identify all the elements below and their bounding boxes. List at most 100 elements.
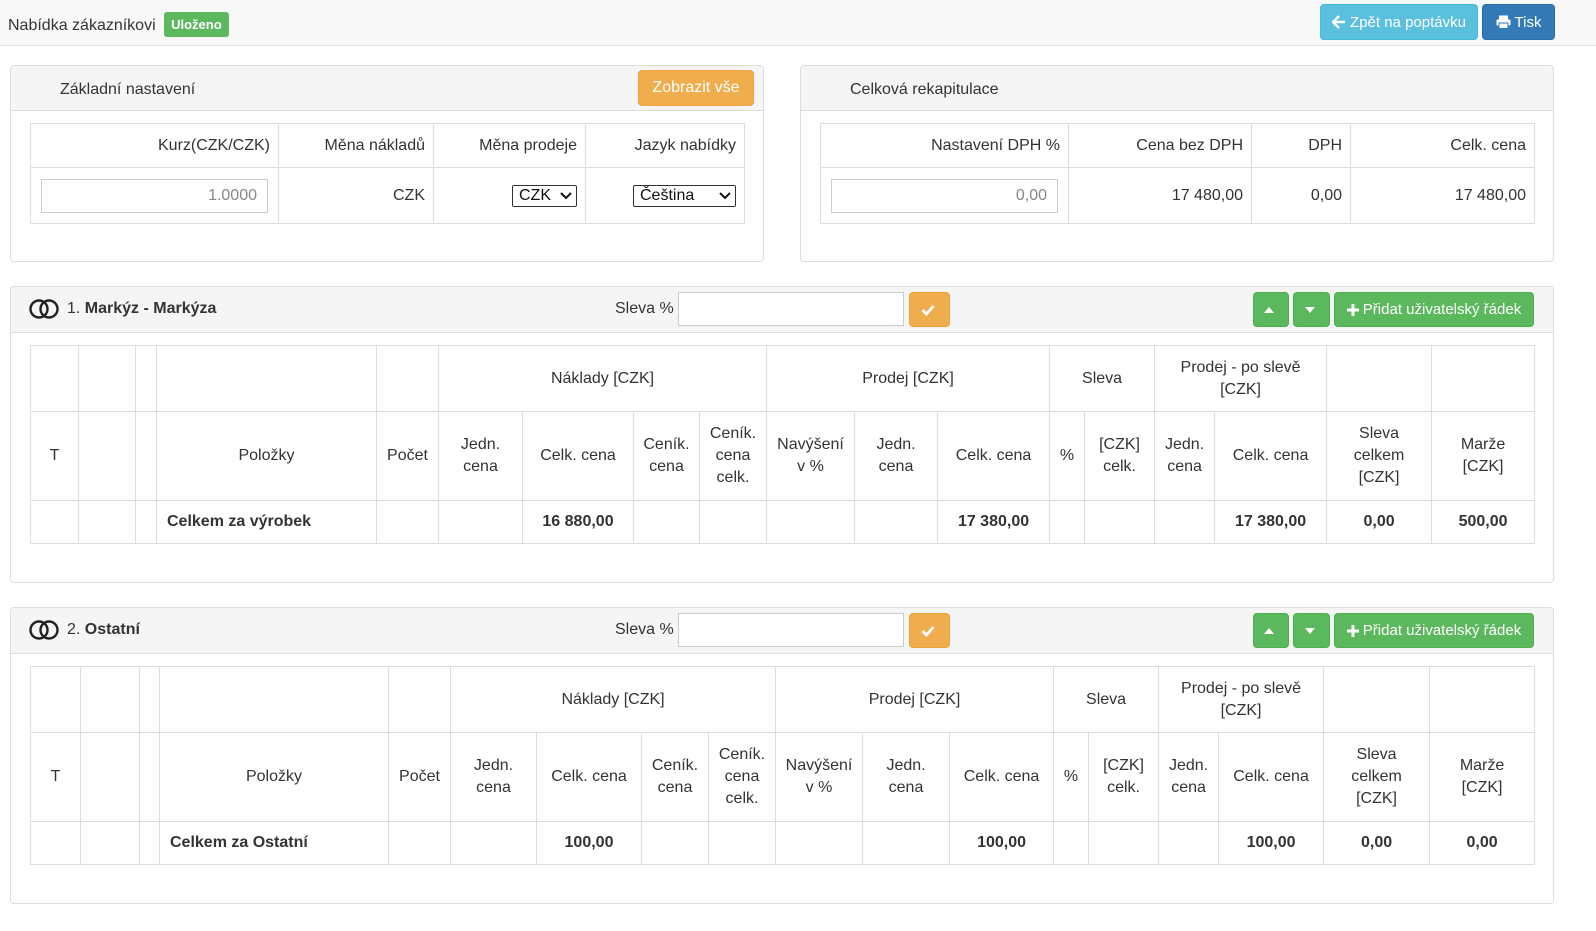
col-t: T [30, 732, 81, 822]
empty-cell [80, 666, 140, 733]
empty-cell [78, 345, 136, 412]
col-items: Položky [156, 411, 377, 501]
section-name-1: Markýz - Markýza [84, 300, 217, 317]
empty-cell [135, 411, 157, 501]
caret-down-icon [1304, 627, 1315, 634]
recap-panel: Celková rekapitulace Nastavení DPH % Cen… [800, 65, 1554, 262]
empty-cell [698, 500, 768, 544]
total-label-2: Celkem za Ostatní [159, 821, 389, 865]
basic-settings-header: Základní nastavení Zobrazit vše [11, 66, 763, 111]
col-after-unit-price: Jedn. cena [1154, 411, 1216, 501]
recap-title: Celková rekapitulace [850, 81, 999, 98]
empty-cell [78, 411, 136, 501]
apply-discount-button-2[interactable] [909, 613, 950, 648]
discount-label-2: Sleva % [615, 621, 674, 638]
cost-total-1: 16 880,00 [522, 500, 634, 544]
group-sales-after-header: Prodej - po slevě [CZK] [1154, 345, 1328, 412]
caret-down-icon [1304, 306, 1315, 313]
check-icon [921, 625, 935, 637]
sale-currency-value: CZK [519, 186, 551, 204]
margin-1: 500,00 [1431, 500, 1536, 544]
chevron-down-icon [560, 191, 572, 199]
sale-currency-select[interactable]: CZK [512, 184, 577, 207]
move-up-button-2[interactable] [1253, 613, 1289, 648]
plus-icon [1346, 624, 1359, 637]
discount-label-1: Sleva % [615, 300, 674, 317]
discount-input-1[interactable] [678, 292, 904, 326]
apply-discount-button-1[interactable] [909, 292, 950, 327]
col-cost-unit-price: Jedn. cena [450, 732, 537, 822]
group-sales-header: Prodej [CZK] [775, 666, 1055, 733]
caret-up-icon [1264, 306, 1274, 313]
language-select[interactable]: Čeština [633, 184, 736, 207]
section-table-1: Náklady [CZK] Prodej [CZK] Sleva Prodej … [30, 345, 1536, 544]
col-list-price: Ceník. cena [633, 411, 700, 501]
group-discount-header: Sleva [1053, 666, 1160, 733]
empty-cell [1431, 345, 1536, 412]
empty-cell [388, 666, 451, 733]
empty-cell [30, 821, 81, 865]
col-percent: % [1053, 732, 1090, 822]
empty-cell [139, 666, 160, 733]
col-sale-unit-price: Jedn. cena [854, 411, 939, 501]
chevron-down-icon [719, 191, 731, 199]
print-button[interactable]: Tisk [1482, 4, 1555, 40]
empty-cell [376, 345, 439, 412]
price-without-vat-value: 17 480,00 [1068, 167, 1252, 224]
empty-cell [80, 732, 140, 822]
group-costs-header: Náklady [CZK] [449, 666, 777, 733]
col-price-without-vat: Cena bez DPH [1068, 123, 1252, 168]
back-to-inquiry-button[interactable]: Zpět na poptávku [1320, 4, 1478, 40]
col-list-price-total: Ceník. cena celk. [698, 411, 768, 501]
col-vat-setting: Nastavení DPH % [820, 123, 1069, 168]
basic-settings-title: Základní nastavení [60, 81, 196, 98]
col-margin: Marže [CZK] [1431, 411, 1536, 501]
empty-cell [854, 500, 939, 544]
section-table-2: Náklady [CZK] Prodej [CZK] Sleva Prodej … [30, 666, 1536, 865]
sale-total-2: 100,00 [949, 821, 1055, 865]
empty-cell [30, 345, 79, 412]
add-user-row-button-1[interactable]: Přidat uživatelský řádek [1334, 292, 1534, 327]
col-discount-total: Sleva celkem [CZK] [1323, 732, 1431, 822]
basic-settings-table: Kurz(CZK/CZK) Měna nákladů Měna prodeje … [30, 123, 745, 224]
col-after-unit-price: Jedn. cena [1158, 732, 1220, 822]
page-title: Nabídka zákazníkovi Uloženo [8, 12, 229, 37]
col-markup: Navýšení v % [775, 732, 864, 822]
cost-currency-value: CZK [278, 167, 434, 224]
move-up-button-1[interactable] [1253, 292, 1289, 327]
rate-input[interactable]: 1.0000 [41, 178, 268, 213]
discount-input-2[interactable] [678, 613, 904, 647]
empty-cell [376, 500, 439, 544]
discount-total-2: 0,00 [1323, 821, 1431, 865]
col-sale-total-price: Celk. cena [937, 411, 1051, 501]
col-after-total-price: Celk. cena [1218, 732, 1325, 822]
empty-cell [862, 821, 951, 865]
caret-up-icon [1264, 627, 1274, 634]
toggle-icon[interactable] [29, 299, 59, 319]
empty-cell [1088, 821, 1160, 865]
empty-cell [159, 666, 389, 733]
show-all-button[interactable]: Zobrazit vše [638, 70, 754, 106]
col-czk-total: [CZK] celk. [1088, 732, 1160, 822]
section-panel-1: 1. Markýz - Markýza Sleva % Přidat uživa… [10, 286, 1554, 583]
empty-cell [135, 345, 157, 412]
empty-cell [1326, 345, 1433, 412]
section-number-2: 2. [67, 621, 81, 638]
group-sales-after-header: Prodej - po slevě [CZK] [1158, 666, 1325, 733]
col-list-price-total: Ceník. cena celk. [707, 732, 777, 822]
vat-input[interactable]: 0,00 [831, 178, 1058, 213]
language-value: Čeština [640, 186, 695, 204]
empty-cell [775, 821, 864, 865]
sale-total-1: 17 380,00 [937, 500, 1051, 544]
move-down-button-1[interactable] [1293, 292, 1330, 327]
empty-cell [388, 821, 451, 865]
move-down-button-2[interactable] [1293, 613, 1330, 648]
col-after-total-price: Celk. cena [1214, 411, 1328, 501]
add-user-row-button-2[interactable]: Přidat uživatelský řádek [1334, 613, 1534, 648]
empty-cell [1158, 821, 1220, 865]
col-vat: DPH [1251, 123, 1351, 168]
toggle-icon[interactable] [29, 620, 59, 640]
section-number-1: 1. [67, 300, 81, 317]
col-cost-unit-price: Jedn. cena [438, 411, 523, 501]
col-cost-total-price: Celk. cena [536, 732, 642, 822]
